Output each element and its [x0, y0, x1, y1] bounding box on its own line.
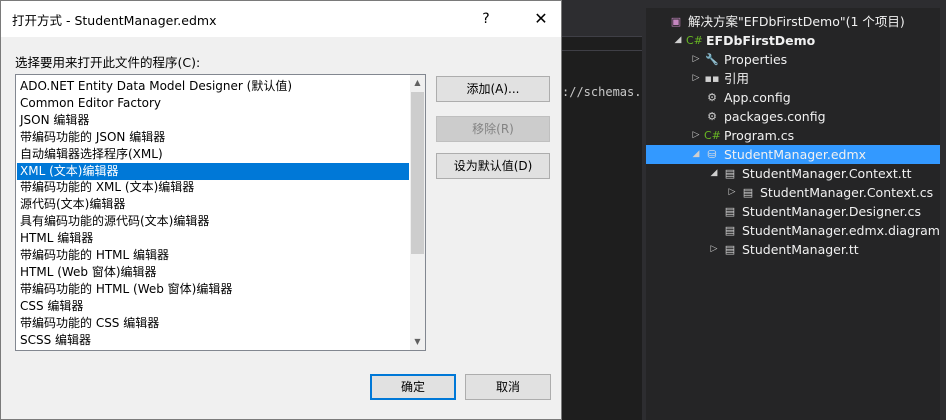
- collapse-arrow-icon[interactable]: ◢: [708, 164, 720, 183]
- edmx-file-icon: ⛁: [707, 148, 717, 161]
- solution-explorer-header: [646, 0, 940, 8]
- listbox-scrollbar[interactable]: ▲ ▼: [410, 75, 425, 350]
- editor-divider: [560, 50, 642, 51]
- tt-file-icon: ▤: [724, 167, 736, 180]
- program-list-item[interactable]: HTML (Web 窗体)编辑器: [17, 264, 409, 281]
- tree-item-label: StudentManager.edmx.diagram: [742, 223, 940, 238]
- diagram-file-icon: ▤: [724, 224, 736, 237]
- tt-file-icon: ▤: [724, 243, 736, 256]
- program-list-item[interactable]: JSON 编辑器: [17, 112, 409, 129]
- expand-arrow-icon[interactable]: ▷: [708, 240, 720, 259]
- config-file-icon: ⚙: [707, 91, 717, 104]
- csharp-project-icon: C#: [686, 34, 703, 47]
- tree-item[interactable]: ◢ ▤ StudentManager.Context.tt: [646, 164, 940, 183]
- tree-item-label: StudentManager.Context.cs: [760, 185, 934, 200]
- editor-tab-bar: [560, 0, 642, 36]
- collapse-arrow-icon[interactable]: ◢: [690, 145, 702, 164]
- side-toolbar-strip: [940, 0, 946, 420]
- program-list-item[interactable]: XML (文本)编辑器: [17, 162, 409, 180]
- tree-item-label: StudentManager.Context.tt: [742, 166, 912, 181]
- program-list-item[interactable]: 带编码功能的 JSON 编辑器: [17, 129, 409, 146]
- csharp-file-icon: C#: [704, 129, 721, 142]
- dialog-titlebar: 打开方式 - StudentManager.edmx ? ✕: [1, 1, 561, 37]
- tree-item-label: 解决方案"EFDbFirstDemo"(1 个项目): [688, 14, 905, 29]
- program-list-item[interactable]: 带编码功能的 XML (文本)编辑器: [17, 179, 409, 196]
- collapse-arrow-icon[interactable]: ◢: [672, 31, 684, 50]
- tree-item[interactable]: ▷ C# Program.cs: [646, 126, 940, 145]
- scroll-down-arrow-icon[interactable]: ▼: [410, 334, 425, 350]
- cancel-button[interactable]: 取消: [465, 374, 551, 400]
- expand-arrow-icon[interactable]: ▷: [690, 126, 702, 145]
- help-icon[interactable]: ?: [475, 8, 497, 30]
- tree-item[interactable]: ▤ StudentManager.Designer.cs: [646, 202, 940, 221]
- dialog-title: 打开方式 - StudentManager.edmx: [12, 13, 217, 28]
- program-list-item[interactable]: ADO.NET Entity Data Model Designer (默认值): [17, 78, 409, 95]
- tree-item-label: App.config: [724, 90, 791, 105]
- tree-item-label: StudentManager.edmx: [724, 147, 867, 162]
- program-list-item[interactable]: 带编码功能的 CSS 编辑器: [17, 315, 409, 332]
- program-list-item[interactable]: 带编码功能的 HTML (Web 窗体)编辑器: [17, 281, 409, 298]
- tree-item[interactable]: ▷ ▪▪ 引用: [646, 69, 940, 88]
- solution-icon: ▣: [670, 15, 682, 28]
- config-file-icon: ⚙: [707, 110, 717, 123]
- close-icon[interactable]: ✕: [528, 8, 554, 30]
- open-with-dialog: 打开方式 - StudentManager.edmx ? ✕ 选择要用来打开此文…: [0, 0, 562, 420]
- cs-file-icon: ▤: [724, 205, 736, 218]
- program-list-item[interactable]: 带编码功能的 HTML 编辑器: [17, 247, 409, 264]
- program-list-item[interactable]: 自动编辑器选择程序(XML): [17, 146, 409, 163]
- tree-item-label: EFDbFirstDemo: [706, 33, 816, 48]
- tree-item-label: Properties: [724, 52, 788, 67]
- expand-arrow-icon[interactable]: ▷: [726, 183, 738, 202]
- tree-item-label: StudentManager.tt: [742, 242, 859, 257]
- program-list-item[interactable]: SCSS 编辑器: [17, 332, 409, 349]
- program-list-item[interactable]: HTML 编辑器: [17, 230, 409, 247]
- wrench-icon: 🔧: [705, 53, 719, 66]
- program-list-item[interactable]: 具有编码功能的源代码(文本)编辑器: [17, 213, 409, 230]
- tree-item[interactable]: ⚙ packages.config: [646, 107, 940, 126]
- expand-arrow-icon[interactable]: ▷: [690, 50, 702, 69]
- code-line: ://schemas.m: [562, 85, 642, 99]
- scrollbar-thumb[interactable]: [411, 92, 424, 254]
- scroll-up-arrow-icon[interactable]: ▲: [410, 75, 425, 91]
- tree-item[interactable]: ▤ StudentManager.edmx.diagram: [646, 221, 940, 240]
- tree-item-label: StudentManager.Designer.cs: [742, 204, 922, 219]
- tree-item[interactable]: ▷ ▤ StudentManager.Context.cs: [646, 183, 940, 202]
- editor-divider: [560, 36, 642, 37]
- tree-item-label: Program.cs: [724, 128, 795, 143]
- add-button[interactable]: 添加(A)...: [436, 76, 550, 102]
- set-default-button[interactable]: 设为默认值(D): [436, 153, 550, 179]
- ok-button[interactable]: 确定: [370, 374, 456, 400]
- tree-item[interactable]: ◢ ⛁ StudentManager.edmx: [646, 145, 940, 164]
- remove-button[interactable]: 移除(R): [436, 116, 550, 142]
- tree-item-label: packages.config: [724, 109, 826, 124]
- solution-explorer: ▣ 解决方案"EFDbFirstDemo"(1 个项目) ◢ C# EFDbFirstD…: [646, 0, 940, 420]
- references-icon: ▪▪: [704, 72, 720, 85]
- tree-item[interactable]: ▷ 🔧 Properties: [646, 50, 940, 69]
- tree-item-label: 引用: [724, 71, 750, 86]
- program-list-label: 选择要用来打开此文件的程序(C):: [15, 55, 201, 70]
- program-list-item[interactable]: CSS 编辑器: [17, 298, 409, 315]
- code-editor-area[interactable]: ://schemas.m: [560, 0, 642, 420]
- program-list-item[interactable]: 源代码(文本)编辑器: [17, 196, 409, 213]
- program-listbox[interactable]: ADO.NET Entity Data Model Designer (默认值)…: [15, 74, 426, 351]
- tree-item[interactable]: ⚙ App.config: [646, 88, 940, 107]
- cs-file-icon: ▤: [742, 186, 754, 199]
- expand-arrow-icon[interactable]: ▷: [690, 69, 702, 88]
- tree-item[interactable]: ▷ ▤ StudentManager.tt: [646, 240, 940, 259]
- tree-item[interactable]: ▣ 解决方案"EFDbFirstDemo"(1 个项目): [646, 12, 940, 31]
- tree-item[interactable]: ◢ C# EFDbFirstDemo: [646, 31, 940, 50]
- program-list-item[interactable]: Common Editor Factory: [17, 95, 409, 112]
